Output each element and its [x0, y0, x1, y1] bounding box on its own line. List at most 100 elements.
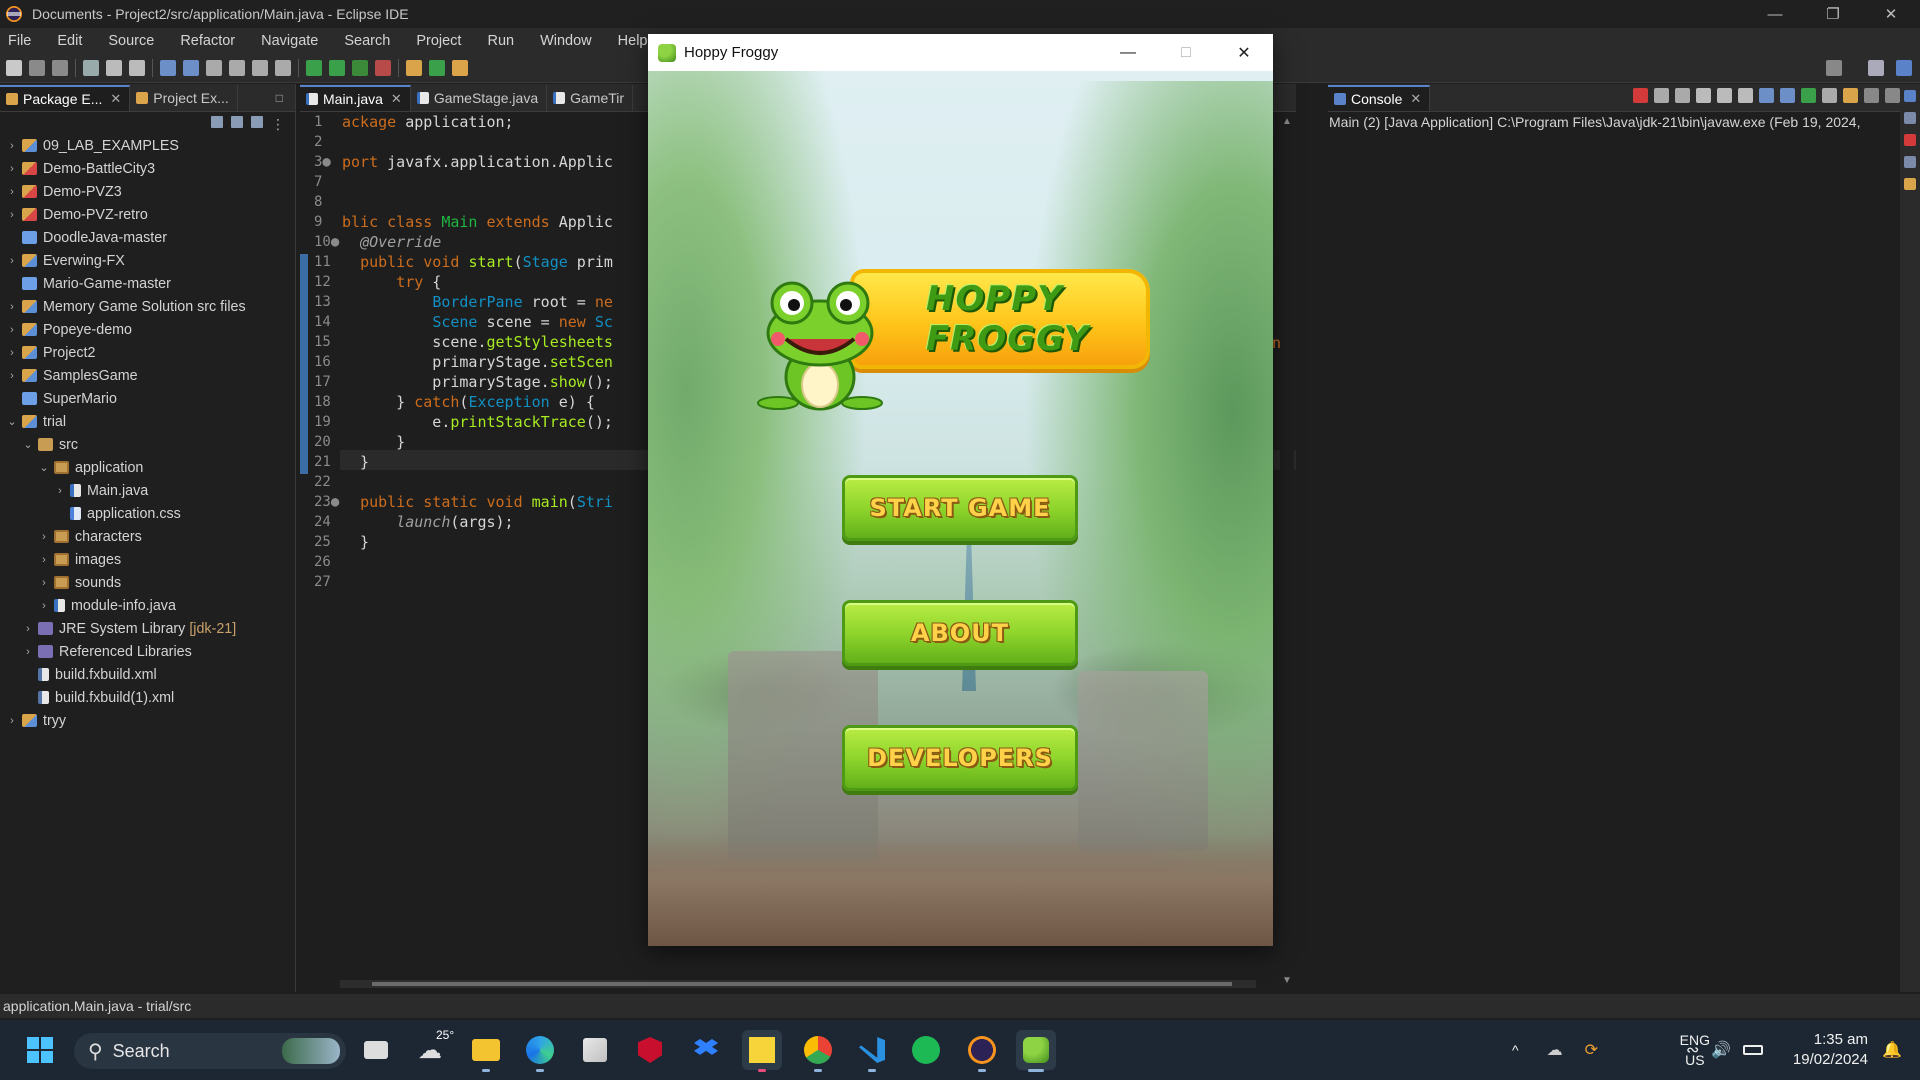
print-icon[interactable]	[83, 59, 99, 76]
expand-chevron-icon[interactable]: ›	[6, 140, 18, 152]
notification-bell-icon[interactable]: 🔔	[1882, 1040, 1902, 1060]
scroll-lock-icon[interactable]	[1717, 88, 1732, 103]
tree-item[interactable]: › SamplesGame	[0, 364, 295, 387]
link-with-editor-icon[interactable]	[231, 116, 243, 128]
java-perspective-icon[interactable]	[1896, 60, 1912, 76]
tree-item[interactable]: › Demo-PVZ-retro	[0, 203, 295, 226]
edge-button[interactable]	[520, 1030, 560, 1072]
menu-project[interactable]: Project	[414, 33, 463, 49]
minimize-button[interactable]: —	[1746, 0, 1804, 28]
external-tools-icon[interactable]	[375, 59, 391, 76]
close-icon[interactable]: ✕	[391, 91, 402, 107]
expand-chevron-icon[interactable]: ›	[22, 623, 34, 635]
store-button[interactable]	[575, 1030, 615, 1070]
new-icon[interactable]	[6, 59, 22, 76]
game-minimize-button[interactable]: —	[1099, 34, 1157, 71]
tree-item[interactable]: › 09_LAB_EXAMPLES	[0, 134, 295, 157]
scroll-thumb[interactable]	[372, 982, 1232, 986]
new-java-project-icon[interactable]	[406, 59, 422, 76]
expand-chevron-icon[interactable]: ›	[38, 554, 50, 566]
remove-launch-icon[interactable]	[1654, 88, 1669, 103]
declaration-icon[interactable]	[1904, 178, 1916, 190]
view-menu-icon[interactable]: ⋮	[271, 116, 285, 132]
tab-editor-file[interactable]: GameStage.java	[411, 85, 548, 111]
onedrive-icon[interactable]: ☁	[1547, 1040, 1563, 1060]
expand-chevron-icon[interactable]: ›	[38, 531, 50, 543]
outline-icon[interactable]	[1904, 90, 1916, 102]
scroll-up-icon[interactable]: ▲	[1282, 116, 1292, 127]
sticky-notes-button[interactable]	[742, 1030, 782, 1072]
search-icon[interactable]	[1826, 60, 1842, 76]
game-close-button[interactable]: ✕	[1215, 34, 1273, 71]
collapse-chevron-icon[interactable]: ⌄	[6, 415, 18, 428]
sync-icon[interactable]: ⟳	[1585, 1040, 1598, 1060]
run-icon[interactable]	[329, 59, 345, 76]
start-button[interactable]	[20, 1030, 60, 1070]
menu-edit[interactable]: Edit	[55, 33, 84, 49]
tab-editor-file[interactable]: Main.java ✕	[300, 85, 411, 111]
expand-chevron-icon[interactable]: ›	[6, 370, 18, 382]
tree-item[interactable]: › sounds	[0, 571, 295, 594]
spotify-button[interactable]	[906, 1030, 946, 1070]
word-wrap-icon[interactable]	[1738, 88, 1753, 103]
tree-item[interactable]: ⌄ src	[0, 433, 295, 456]
weather-widget[interactable]: ☁ 25°	[410, 1028, 454, 1070]
tree-item[interactable]: › Demo-PVZ3	[0, 180, 295, 203]
open-console-icon[interactable]	[1843, 88, 1858, 103]
eclipse-button[interactable]	[962, 1030, 1002, 1072]
expand-chevron-icon[interactable]: ›	[6, 301, 18, 313]
tree-item[interactable]: Mario-Game-master	[0, 272, 295, 295]
display-console-icon[interactable]	[1822, 88, 1837, 103]
new-class-icon[interactable]	[429, 59, 445, 76]
taskbar-search[interactable]: ⚲ Search	[74, 1033, 346, 1069]
menu-refactor[interactable]: Refactor	[178, 33, 237, 49]
show-stderr-icon[interactable]	[1780, 88, 1795, 103]
editor-horizontal-scrollbar[interactable]	[340, 980, 1256, 988]
close-button[interactable]: ✕	[1862, 0, 1920, 28]
expand-chevron-icon[interactable]: ›	[22, 646, 34, 658]
tree-item[interactable]: ⌄ trial	[0, 410, 295, 433]
expand-chevron-icon[interactable]: ›	[6, 347, 18, 359]
expand-chevron-icon[interactable]: ›	[6, 186, 18, 198]
tree-item[interactable]: application.css	[0, 502, 295, 525]
debug-icon[interactable]	[306, 59, 322, 76]
minimize-view-icon[interactable]: □	[276, 91, 283, 105]
tree-item[interactable]: › images	[0, 548, 295, 571]
close-icon[interactable]: ✕	[1410, 91, 1421, 107]
collapse-chevron-icon[interactable]: ⌄	[38, 461, 50, 474]
task-list-icon[interactable]	[1904, 112, 1916, 124]
collapse-all-icon[interactable]	[211, 116, 223, 128]
clear-console-icon[interactable]	[1696, 88, 1711, 103]
scroll-down-icon[interactable]: ▼	[1282, 975, 1292, 986]
editor-vertical-scrollbar[interactable]: ▲ ▼	[1280, 112, 1294, 992]
tree-item[interactable]: › characters	[0, 525, 295, 548]
tree-item[interactable]: DoodleJava-master	[0, 226, 295, 249]
javadoc-icon[interactable]	[1904, 156, 1916, 168]
expand-chevron-icon[interactable]: ›	[6, 255, 18, 267]
menu-navigate[interactable]: Navigate	[259, 33, 320, 49]
tree-item[interactable]: › Project2	[0, 341, 295, 364]
hoppy-froggy-taskbar-button[interactable]	[1016, 1030, 1056, 1072]
mark-icon[interactable]	[229, 59, 245, 76]
vscode-button[interactable]	[852, 1030, 892, 1072]
tree-item[interactable]: SuperMario	[0, 387, 295, 410]
terminal-icon[interactable]	[160, 59, 176, 76]
pin-console-icon[interactable]	[1801, 88, 1816, 103]
coverage-icon[interactable]	[352, 59, 368, 76]
expand-chevron-icon[interactable]: ›	[6, 715, 18, 727]
tree-item[interactable]: ⌄ application	[0, 456, 295, 479]
show-hidden-icons[interactable]: ^	[1512, 1042, 1519, 1058]
undo-icon[interactable]	[106, 59, 122, 76]
expand-chevron-icon[interactable]: ›	[38, 600, 50, 612]
dropbox-button[interactable]	[686, 1030, 726, 1070]
minimize-view-icon[interactable]	[1864, 88, 1879, 103]
tree-item[interactable]: › JRE System Library [jdk-21]	[0, 617, 295, 640]
tree-item[interactable]: build.fxbuild(1).xml	[0, 686, 295, 709]
expand-chevron-icon[interactable]: ›	[54, 485, 66, 497]
chrome-button[interactable]	[798, 1030, 838, 1072]
debug-view-icon[interactable]	[183, 59, 199, 76]
show-stdout-icon[interactable]	[1759, 88, 1774, 103]
tab-editor-file[interactable]: GameTir	[547, 85, 634, 111]
menu-window[interactable]: Window	[538, 33, 594, 49]
tree-item[interactable]: › Memory Game Solution src files	[0, 295, 295, 318]
